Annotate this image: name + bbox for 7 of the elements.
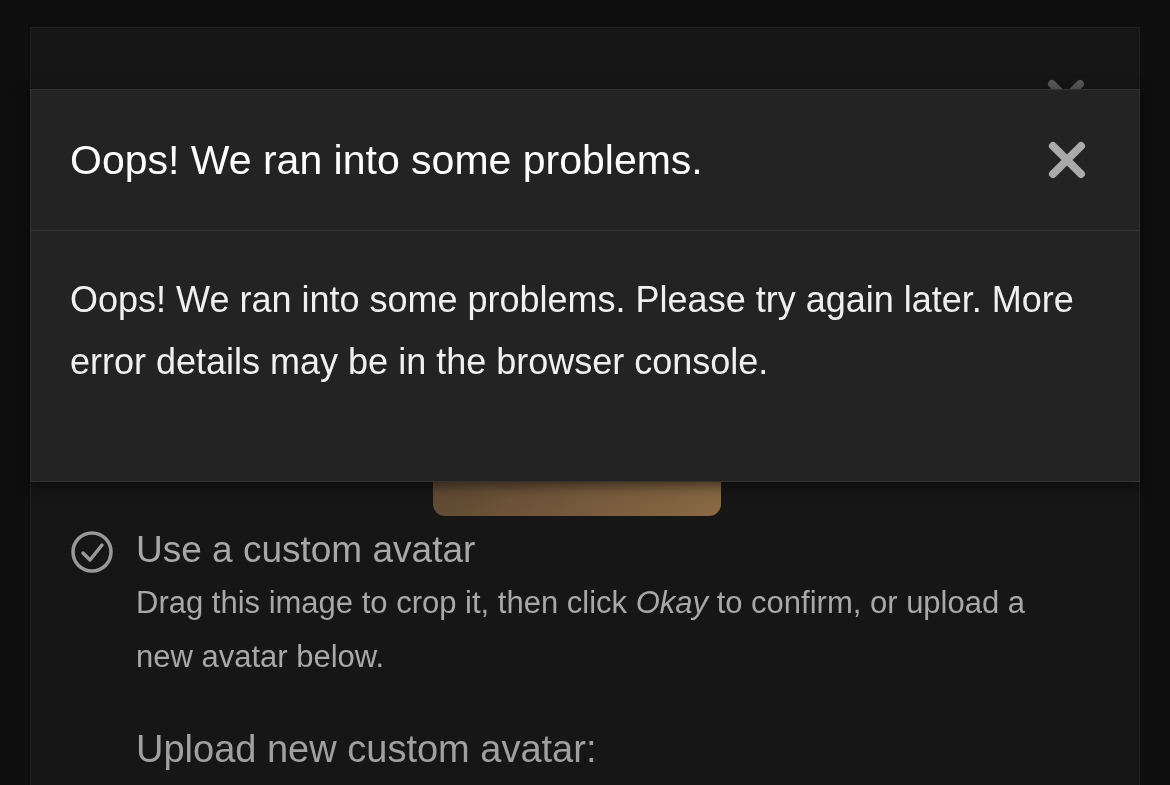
error-title: Oops! We ran into some problems.: [70, 136, 703, 184]
option-label[interactable]: Use a custom avatar: [136, 528, 1086, 572]
check-circle-icon[interactable]: [70, 530, 114, 574]
close-icon[interactable]: [1047, 140, 1087, 180]
error-message: Oops! We ran into some problems. Please try again later. More error details may be in the browser console.: [70, 278, 1075, 384]
upload-label: Upload new custom avatar:: [135, 728, 598, 771]
option-description: Drag this image to crop it, then click Okay to confirm, or upload a new avatar below.: [136, 584, 1027, 676]
